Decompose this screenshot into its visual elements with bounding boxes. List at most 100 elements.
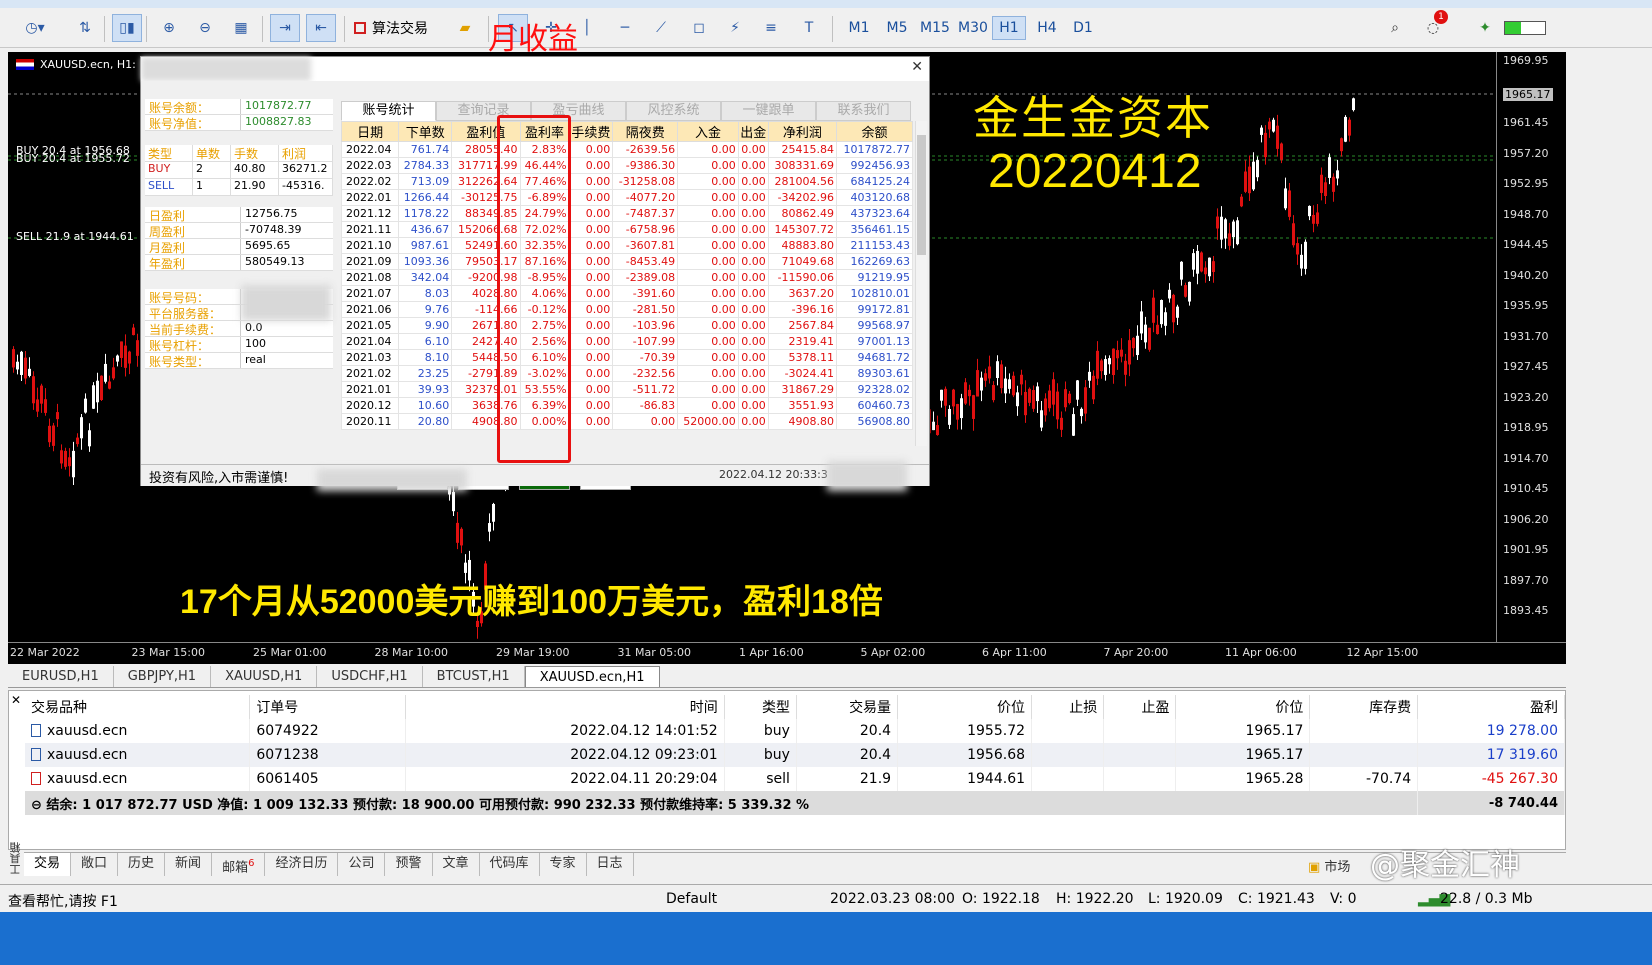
tab-label: 专家 bbox=[549, 856, 576, 871]
zoom-out-icon[interactable]: ⊖ bbox=[190, 14, 220, 42]
toolbox-tab[interactable]: 代码库 bbox=[480, 853, 540, 876]
trendline-icon[interactable]: ⟋ bbox=[646, 14, 676, 42]
toolbox-tab[interactable]: 历史 bbox=[118, 853, 166, 876]
candle-body bbox=[1248, 166, 1251, 194]
toolbox-tab[interactable]: 邮箱6 bbox=[212, 853, 266, 876]
chart-type-icon[interactable]: ⇅ bbox=[70, 14, 100, 42]
candle-body bbox=[1064, 389, 1067, 408]
candle-body bbox=[1220, 216, 1223, 240]
symbol-tab[interactable]: USDCHF,H1 bbox=[317, 666, 423, 687]
tf-m30[interactable]: M30 bbox=[954, 16, 992, 40]
tf-h4[interactable]: H4 bbox=[1030, 16, 1064, 40]
toolbox-tab[interactable]: 文章 bbox=[433, 853, 480, 876]
tf-m15[interactable]: M15 bbox=[916, 16, 954, 40]
time-tick-label: 22 Mar 2022 bbox=[10, 646, 80, 659]
dialog-tab[interactable]: 账号统计 bbox=[341, 101, 436, 121]
candle-body bbox=[1080, 408, 1083, 417]
dialog-title-bar[interactable]: ✕ bbox=[141, 57, 929, 81]
column-header[interactable]: 类型 bbox=[724, 695, 797, 719]
symbol-tab[interactable]: GBPJPY,H1 bbox=[114, 666, 212, 687]
column-header[interactable]: 订单号 bbox=[249, 695, 406, 719]
search-icon[interactable]: ⌕ bbox=[1380, 14, 1410, 42]
dialog-tab[interactable]: 联系我们 bbox=[816, 101, 911, 121]
dialog-tab[interactable]: 一键跟单 bbox=[721, 101, 816, 121]
toolbox-tab[interactable]: 专家 bbox=[540, 853, 587, 876]
level-icon[interactable]: ✦ bbox=[1470, 14, 1500, 42]
candle-body bbox=[132, 327, 135, 336]
vertical-scrollbar[interactable] bbox=[915, 121, 927, 446]
toolbox-tab[interactable]: 日志 bbox=[587, 853, 634, 876]
column-header[interactable]: 时间 bbox=[405, 695, 725, 719]
position-row[interactable]: xauusd.ecn 6071238 2022.04.12 09:23:01 buy 2… bbox=[25, 743, 1565, 767]
zoom-in-icon[interactable]: ⊕ bbox=[154, 14, 184, 42]
chat-icon[interactable]: ◌ 1 bbox=[1418, 10, 1448, 42]
candle-body bbox=[1284, 188, 1287, 209]
column-header[interactable]: 价位 bbox=[1175, 695, 1311, 719]
shapes-icon[interactable]: ◻ bbox=[684, 14, 714, 42]
column-header[interactable]: 库存费 bbox=[1309, 695, 1419, 719]
candle-body bbox=[108, 381, 111, 389]
column-header[interactable]: 交易量 bbox=[796, 695, 899, 719]
position-row[interactable]: xauusd.ecn 6061405 2022.04.11 20:29:04 sell… bbox=[25, 767, 1565, 791]
table-cell: -2389.08 bbox=[612, 269, 679, 286]
algo-trading-button[interactable]: 算法交易 bbox=[354, 14, 428, 42]
toolbox-tab[interactable]: 新闻 bbox=[165, 853, 213, 876]
toolbox-tab[interactable]: 预警 bbox=[385, 853, 433, 876]
text-icon[interactable]: T bbox=[794, 14, 824, 42]
grid-icon[interactable]: ▦ bbox=[226, 14, 256, 42]
tf-m5[interactable]: M5 bbox=[880, 16, 914, 40]
candles-icon[interactable]: ▯▮ bbox=[112, 14, 142, 42]
fibonacci-icon[interactable]: ⚡ bbox=[720, 14, 750, 42]
table-cell: -2639.56 bbox=[612, 141, 679, 158]
autoscroll-icon[interactable]: ⇥ bbox=[270, 14, 300, 42]
channels-icon[interactable]: ≡ bbox=[756, 14, 786, 42]
toolbox-tab[interactable]: 交易 bbox=[24, 853, 72, 876]
candle-body bbox=[1164, 312, 1167, 326]
toolbox-tab[interactable]: 公司 bbox=[338, 853, 386, 876]
candle-body bbox=[1192, 253, 1195, 270]
column-header[interactable]: 交易品种 bbox=[25, 695, 251, 719]
toolbox-tab[interactable]: 敞口 bbox=[71, 853, 119, 876]
chart-caption: 17个月从52000美元赚到100万美元，盈利18倍 bbox=[180, 583, 883, 621]
profile-name[interactable]: Default bbox=[666, 891, 717, 907]
column-header[interactable]: 止损 bbox=[1031, 695, 1105, 719]
table-cell: 0.00 bbox=[568, 141, 614, 158]
folder-icon[interactable]: ▰ bbox=[450, 14, 480, 42]
table-row: 2021.07 8.03 4028.80 4.06% 0.00 -391.60 0.00 0.… bbox=[340, 285, 913, 302]
table-cell: 2021.12 bbox=[340, 205, 400, 222]
table-cell: 0.00 bbox=[737, 141, 769, 158]
close-icon[interactable]: ✕ bbox=[11, 693, 21, 707]
table-cell: 403120.68 bbox=[836, 189, 913, 206]
tf-m1[interactable]: M1 bbox=[842, 16, 876, 40]
column-header[interactable]: 价位 bbox=[897, 695, 1033, 719]
symbol-tab[interactable]: XAUUSD.ecn,H1 bbox=[524, 666, 660, 687]
market-button[interactable]: ▣ 市场 bbox=[1308, 856, 1350, 875]
chart-shift-icon[interactable]: ⇤ bbox=[306, 14, 336, 42]
bar-volume: V: 0 bbox=[1330, 891, 1357, 907]
collapse-icon[interactable]: ⊖ bbox=[31, 798, 46, 813]
candle-body bbox=[984, 373, 987, 381]
candle-body bbox=[1276, 125, 1279, 149]
table-header-cell: 隔夜费 bbox=[612, 121, 679, 142]
toolbox-tab[interactable]: 经济日历 bbox=[265, 853, 339, 876]
tf-h1[interactable]: H1 bbox=[992, 16, 1026, 40]
clock-icon[interactable]: ◷▾ bbox=[20, 14, 50, 42]
candle-body bbox=[1036, 386, 1039, 402]
candle-body bbox=[1304, 241, 1307, 269]
symbol-tab[interactable]: EURUSD,H1 bbox=[8, 666, 114, 687]
symbol-tab[interactable]: XAUUSD,H1 bbox=[211, 666, 318, 687]
candle-body bbox=[1244, 171, 1247, 192]
close-icon[interactable]: ✕ bbox=[911, 59, 923, 75]
candle-body bbox=[452, 491, 455, 512]
column-header[interactable]: 止盈 bbox=[1103, 695, 1177, 719]
symbol-tab[interactable]: BTCUST,H1 bbox=[423, 666, 525, 687]
position-row[interactable]: xauusd.ecn 6074922 2022.04.12 14:01:52 buy 2… bbox=[25, 719, 1565, 743]
horizontal-line-icon[interactable]: ─ bbox=[610, 14, 640, 42]
scroll-thumb[interactable] bbox=[917, 135, 926, 255]
candle-body bbox=[1320, 174, 1323, 193]
bar-high: H: 1922.20 bbox=[1056, 891, 1134, 907]
column-header[interactable]: 盈利 bbox=[1417, 695, 1565, 719]
daily-pnl-value: 12756.75 bbox=[245, 207, 298, 220]
dialog-tab[interactable]: 风控系统 bbox=[626, 101, 721, 121]
tf-d1[interactable]: D1 bbox=[1066, 16, 1100, 40]
